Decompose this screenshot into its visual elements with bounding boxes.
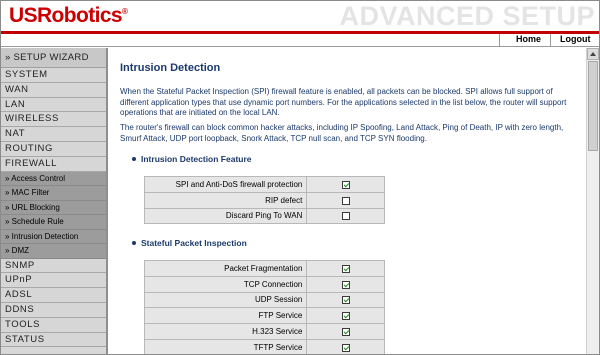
sidebar-item-routing[interactable]: ROUTING — [1, 141, 106, 157]
sidebar-subitem-mac-filter[interactable]: » MAC Filter — [1, 186, 106, 201]
tftp-service-checkbox[interactable] — [341, 343, 350, 352]
sidebar-subitem-url-blocking[interactable]: » URL Blocking — [1, 200, 106, 216]
spi-description: When the Stateful Packet Inspection (SPI… — [120, 87, 567, 117]
page-title: Intrusion Detection — [120, 62, 221, 74]
sidebar-item-setup-wizard[interactable]: » SETUP WIZARD — [1, 48, 106, 68]
table-row: Discard Ping To WAN — [143, 207, 385, 225]
sidebar-item-adsl[interactable]: ADSL — [1, 288, 106, 303]
table-row: FTP Service — [143, 307, 385, 325]
scrollbar-thumb[interactable] — [588, 61, 598, 151]
table-row: UDP Session — [143, 291, 385, 309]
table-row: RIP defect — [143, 191, 385, 209]
sidebar-subitem-schedule-rule[interactable]: » Schedule Rule — [1, 215, 106, 230]
row-label: H.323 Service — [143, 323, 308, 340]
sidebar-item-firewall[interactable]: FIREWALL — [1, 156, 106, 172]
scroll-up-arrow-icon[interactable] — [587, 48, 599, 60]
checkbox-cell — [306, 275, 385, 293]
table-row: TFTP Service — [143, 338, 385, 354]
sidebar-item-status[interactable]: STATUS — [1, 332, 106, 348]
sidebar-item-snmp[interactable]: SNMP — [1, 258, 106, 274]
sidebar-item-nat[interactable]: NAT — [1, 127, 106, 142]
table-row: Packet Fragmentation — [143, 260, 385, 277]
row-label: TCP Connection — [143, 275, 308, 293]
usrobotics-logo: USRobotics® — [9, 4, 128, 28]
udp-session-checkbox[interactable] — [341, 296, 350, 305]
row-label: Packet Fragmentation — [143, 260, 308, 277]
row-label: RIP defect — [143, 191, 308, 209]
section-heading-intrusion-detection: Intrusion Detection Feature — [132, 154, 252, 164]
sidebar: » SETUP WIZARD SYSTEM WAN LAN WIRELESS N… — [1, 48, 108, 354]
sidebar-subitem-intrusion-detection[interactable]: » Intrusion Detection — [1, 229, 106, 245]
intrusion-detection-table: SPI and Anti-DoS firewall protection RIP… — [143, 176, 385, 225]
nav-separator — [550, 34, 551, 47]
checkbox-cell — [306, 338, 385, 354]
bullet-icon — [132, 156, 136, 161]
rip-defect-checkbox[interactable] — [341, 196, 350, 205]
checkbox-cell — [306, 291, 385, 309]
logout-link[interactable]: Logout — [560, 34, 591, 44]
nav-separator — [499, 34, 500, 47]
row-label: Discard Ping To WAN — [143, 207, 308, 225]
spi-antidos-checkbox[interactable] — [341, 180, 350, 189]
discard-ping-checkbox[interactable] — [341, 212, 350, 221]
sidebar-item-lan[interactable]: LAN — [1, 97, 106, 113]
sidebar-item-wan[interactable]: WAN — [1, 82, 106, 98]
checkbox-cell — [306, 260, 385, 277]
checkbox-cell — [306, 176, 385, 193]
bullet-icon — [132, 240, 136, 245]
section-title: Stateful Packet Inspection — [141, 238, 247, 248]
section-title: Intrusion Detection Feature — [141, 154, 252, 164]
checkbox-cell — [306, 323, 385, 340]
checkbox-cell — [306, 307, 385, 325]
table-row: SPI and Anti-DoS firewall protection — [143, 176, 385, 193]
sidebar-item-system[interactable]: SYSTEM — [1, 68, 106, 83]
h323-service-checkbox[interactable] — [341, 327, 350, 336]
checkbox-cell — [306, 191, 385, 209]
sidebar-item-ddns[interactable]: DDNS — [1, 302, 106, 318]
advanced-setup-banner: ADVANCED SETUP — [339, 1, 595, 31]
registered-mark: ® — [122, 7, 128, 16]
row-label: FTP Service — [143, 307, 308, 325]
header: USRobotics® ADVANCED SETUP — [1, 1, 599, 31]
ftp-service-checkbox[interactable] — [341, 312, 350, 321]
tcp-connection-checkbox[interactable] — [341, 280, 350, 289]
sidebar-item-tools[interactable]: TOOLS — [1, 317, 106, 333]
row-label: SPI and Anti-DoS firewall protection — [143, 176, 308, 193]
sidebar-subitem-dmz[interactable]: » DMZ — [1, 244, 106, 259]
packet-fragmentation-checkbox[interactable] — [341, 264, 350, 273]
vertical-scrollbar[interactable] — [586, 48, 599, 354]
table-row: TCP Connection — [143, 275, 385, 293]
row-label: TFTP Service — [143, 338, 308, 354]
logo-text: USRobotics — [9, 4, 123, 27]
browser-frame: USRobotics® ADVANCED SETUP Home Logout »… — [0, 0, 600, 355]
stateful-packet-inspection-table: Packet Fragmentation TCP Connection UDP … — [143, 260, 385, 354]
home-link[interactable]: Home — [516, 34, 541, 44]
checkbox-cell — [306, 207, 385, 225]
sidebar-subitem-access-control[interactable]: » Access Control — [1, 171, 106, 187]
top-navigation: Home Logout — [1, 34, 599, 47]
table-row: H.323 Service — [143, 323, 385, 340]
sidebar-item-wireless[interactable]: WIRELESS — [1, 112, 106, 128]
row-label: UDP Session — [143, 291, 308, 309]
firewall-description: The router's firewall can block common h… — [120, 123, 564, 143]
section-heading-stateful-packet-inspection: Stateful Packet Inspection — [132, 238, 247, 248]
sidebar-item-upnp[interactable]: UPnP — [1, 273, 106, 289]
main-content: Intrusion Detection When the Stateful Pa… — [110, 48, 586, 354]
